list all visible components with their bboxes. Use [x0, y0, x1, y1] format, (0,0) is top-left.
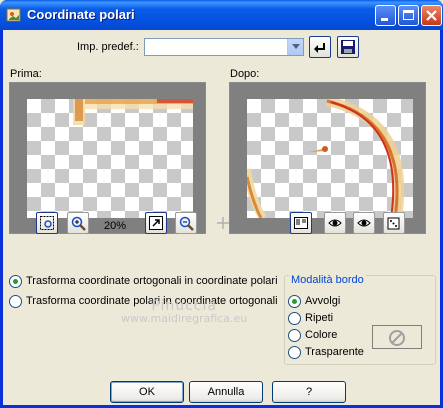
fit-window-button[interactable] — [145, 212, 167, 234]
before-canvas — [27, 99, 193, 218]
save-preset-button[interactable] — [337, 36, 359, 58]
zoom-out-button[interactable] — [175, 212, 197, 234]
dice-icon — [387, 217, 400, 230]
dialog-window: Coordinate polari Imp. predef.: Prima: D… — [0, 0, 443, 408]
pan-tool-button[interactable] — [36, 212, 58, 234]
edge-mode-title: Modalità bordo — [289, 274, 366, 286]
zoom-in-button[interactable] — [67, 212, 89, 234]
maximize-button[interactable] — [398, 5, 419, 26]
toggle-preview-button[interactable] — [290, 212, 312, 234]
dropdown-arrow[interactable] — [287, 39, 303, 55]
before-image — [73, 99, 193, 125]
proof-button[interactable] — [324, 212, 346, 234]
after-label: Dopo: — [230, 68, 260, 80]
radio-color[interactable] — [288, 329, 301, 342]
edge-color-swatch[interactable] — [372, 325, 422, 349]
close-button[interactable] — [421, 5, 442, 26]
randomize-button[interactable] — [383, 212, 405, 234]
app-icon — [6, 7, 22, 23]
title-bar[interactable]: Coordinate polari — [0, 0, 443, 30]
minimize-icon — [381, 18, 388, 21]
minimize-button[interactable] — [375, 5, 396, 26]
save-disk-icon — [341, 40, 355, 54]
edge-wrap-label: Avvolgi — [305, 295, 341, 307]
close-icon — [426, 10, 437, 21]
dialog-body: Imp. predef.: Prima: Dopo: 20% Trasforma… — [3, 30, 440, 405]
edge-repeat-label: Ripeti — [305, 312, 334, 324]
maximize-icon — [403, 10, 414, 20]
zoom-level: 20% — [104, 220, 127, 232]
radio-transparent[interactable] — [288, 346, 301, 359]
preset-dropdown[interactable] — [144, 38, 304, 56]
after-canvas — [247, 99, 413, 218]
help-button[interactable]: ? — [272, 381, 346, 403]
expand-icon — [149, 216, 163, 230]
option-rect-to-polar-label: Trasforma coordinate ortogonali in coord… — [26, 275, 278, 287]
eye-hand-icon — [328, 219, 342, 227]
radio-polar-to-rect[interactable] — [9, 295, 22, 308]
before-label: Prima: — [10, 68, 42, 80]
edge-transparent-label: Trasparente — [305, 346, 364, 358]
edge-color-label: Colore — [305, 329, 338, 341]
move-icon — [216, 216, 230, 230]
undo-arrow-icon — [314, 43, 325, 53]
watermark-url: www.maidiregrafica.eu — [121, 312, 248, 325]
cancel-button[interactable]: Annulla — [189, 381, 263, 403]
marquee-select-icon — [40, 216, 54, 230]
zoom-in-icon — [71, 216, 86, 231]
zoom-out-icon — [179, 216, 194, 231]
after-image — [247, 99, 405, 218]
ok-button[interactable]: OK — [110, 381, 184, 403]
radio-repeat[interactable] — [288, 312, 301, 325]
window-title: Coordinate polari — [27, 7, 135, 22]
eye-icon — [357, 219, 371, 227]
no-color-icon — [389, 330, 405, 346]
chevron-down-icon — [292, 44, 300, 49]
radio-wrap[interactable] — [288, 295, 301, 308]
reset-preset-button[interactable] — [309, 36, 331, 58]
auto-proof-button[interactable] — [353, 212, 375, 234]
preset-label: Imp. predef.: — [77, 41, 139, 53]
preview-toggle-icon — [294, 217, 308, 229]
radio-rect-to-polar[interactable] — [9, 275, 22, 288]
watermark: Pinuccia www.maidiregrafica.eu — [121, 298, 247, 325]
